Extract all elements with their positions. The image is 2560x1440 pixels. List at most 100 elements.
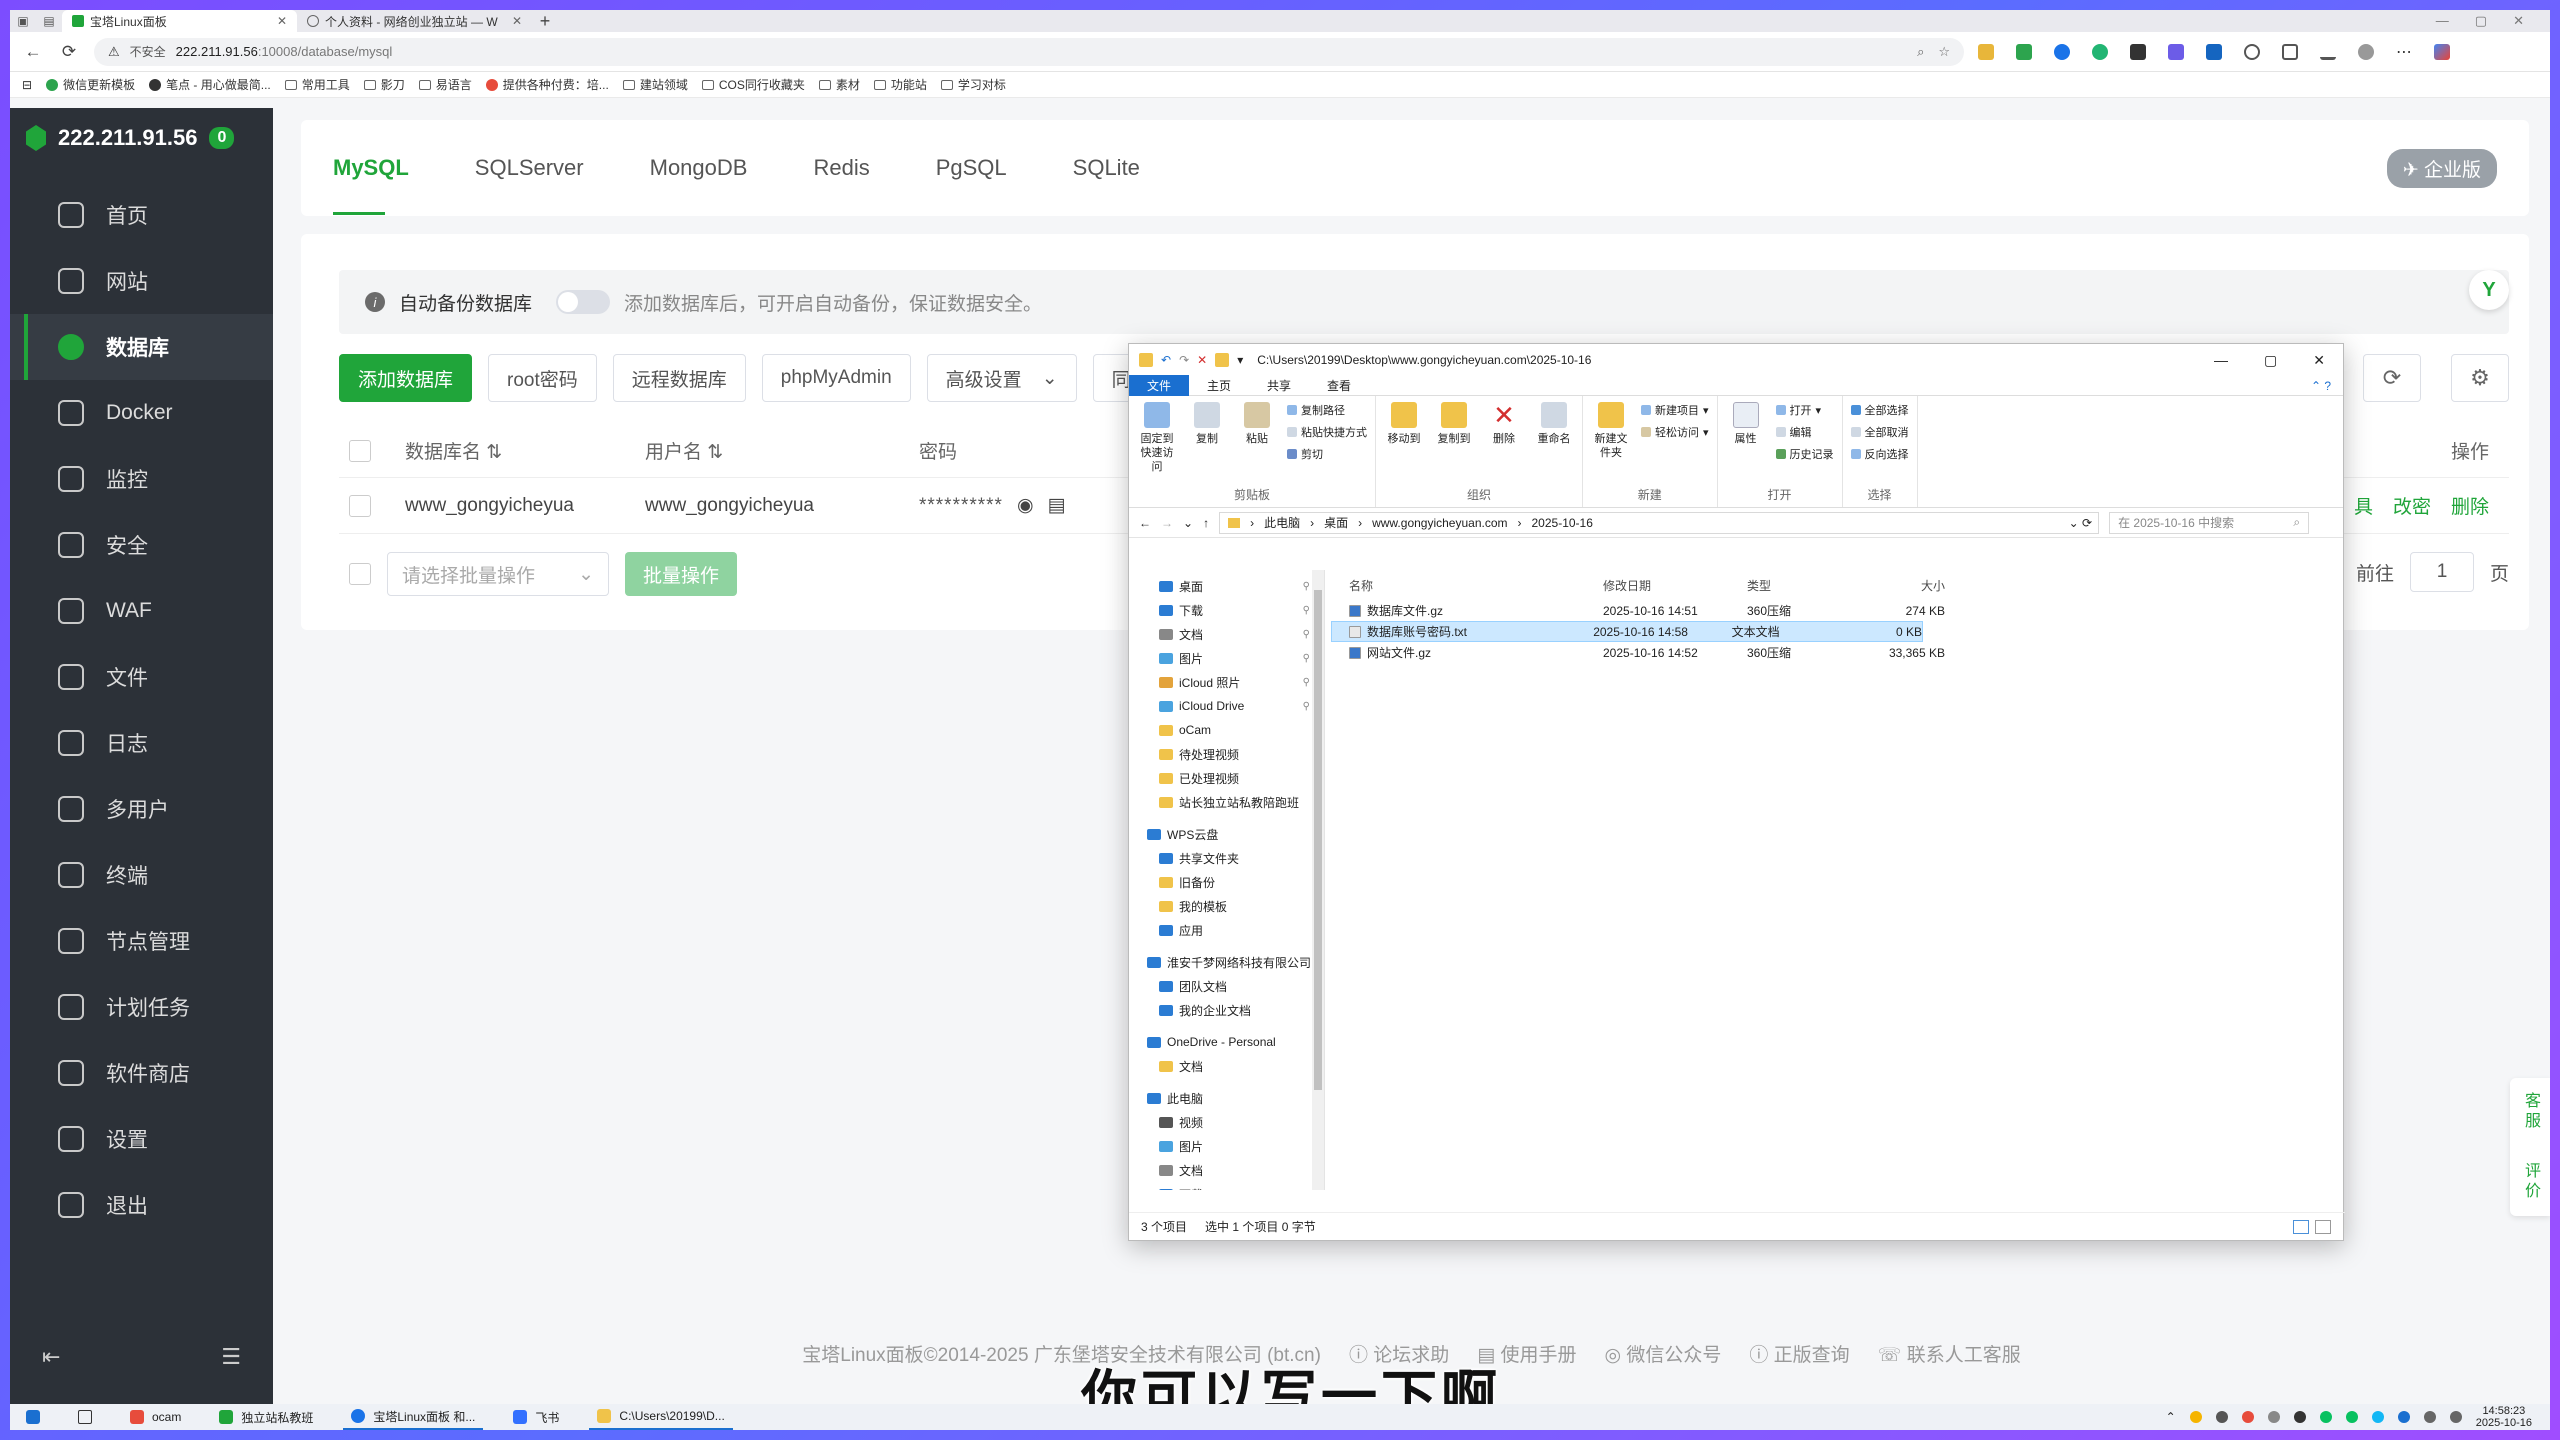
nav-scrollbar[interactable] — [1312, 570, 1324, 1190]
reload-icon[interactable]: ⟳ — [58, 41, 80, 63]
browser-tab-active[interactable]: 宝塔Linux面板 ✕ — [62, 10, 297, 32]
delete-link[interactable]: 删除 — [2451, 492, 2489, 519]
clock[interactable]: 14:58:23 2025-10-16 — [2476, 1405, 2532, 1429]
breadcrumb-item[interactable]: 此电脑 — [1264, 514, 1300, 531]
bookmark-folder[interactable]: 建站领域 — [622, 76, 688, 93]
bookmark[interactable]: 提供各种付费：培... — [485, 76, 609, 93]
close-tab-icon[interactable]: ✕ — [512, 14, 522, 28]
forward-icon[interactable]: → — [1161, 516, 1173, 530]
taskbar-app[interactable]: C:\Users\20199\D... — [589, 1404, 733, 1430]
file-row[interactable]: 数据库文件.gz 2025-10-16 14:51 360压缩 274 KB — [1325, 600, 2345, 621]
delete-button[interactable]: ✕ 删除 — [1484, 402, 1524, 446]
sidebar-item[interactable]: 终端 — [10, 842, 273, 908]
advanced-settings-dropdown[interactable]: 高级设置 ⌄ — [926, 354, 1077, 402]
sidebar-item[interactable]: 设置 — [10, 1106, 273, 1172]
message-badge[interactable]: 0 — [209, 127, 235, 149]
menu-list-icon[interactable]: ☰ — [221, 1344, 241, 1370]
tiles-view-icon[interactable] — [2315, 1219, 2331, 1234]
nav-item[interactable]: 桌面 ⚲ — [1129, 574, 1324, 598]
nav-item[interactable]: 视频 — [1129, 1110, 1324, 1134]
sidebar-item[interactable]: 监控 — [10, 446, 273, 512]
auto-backup-toggle[interactable] — [556, 290, 611, 314]
batch-button[interactable]: 批量操作 — [625, 552, 738, 596]
workspace-icon[interactable]: ▣ — [10, 10, 36, 32]
sidebar-item[interactable]: WAF — [10, 578, 273, 644]
add-database-button[interactable]: 添加数据库 — [339, 354, 473, 402]
folder-ext-icon[interactable] — [1978, 43, 1994, 60]
nav-item[interactable]: 图片 ⚲ — [1129, 646, 1324, 670]
edit-button[interactable]: 编辑 — [1775, 424, 1834, 440]
history-button[interactable]: 历史记录 — [1775, 446, 1834, 462]
bookmark-folder[interactable]: 学习对标 — [940, 76, 1006, 93]
profile-avatar-icon[interactable] — [2358, 43, 2374, 60]
sidebar-item[interactable]: 软件商店 — [10, 1040, 273, 1106]
nav-item[interactable]: 文档 ⚲ — [1129, 622, 1324, 646]
breadcrumb[interactable]: › 此电脑 › 桌面 › www.gongyicheyuan.com › 2025-1… — [1219, 511, 2100, 534]
minimize-icon[interactable]: — — [2214, 352, 2228, 369]
tray-icon[interactable] — [2189, 1411, 2202, 1423]
taskbar-app[interactable]: 独立站私教班 — [211, 1404, 321, 1430]
sidebar-item[interactable]: 退出 — [10, 1172, 273, 1238]
tray-icon[interactable] — [2345, 1411, 2358, 1423]
bookmark-folder[interactable]: 易语言 — [418, 76, 472, 93]
paste-shortcut-button[interactable]: 粘贴快捷方式 — [1287, 424, 1367, 440]
sidebar-item[interactable]: 网站 — [10, 248, 273, 314]
breadcrumb-item[interactable]: www.gongyicheyuan.com — [1372, 516, 1507, 530]
nav-item[interactable]: oCam — [1129, 718, 1324, 742]
favorites-icon[interactable] — [2282, 43, 2298, 60]
customer-service-button[interactable]: 客服 — [2518, 1092, 2542, 1132]
batch-select[interactable]: 请选择批量操作 ⌄ — [387, 552, 609, 596]
file-row[interactable]: 网站文件.gz 2025-10-16 14:52 360压缩 33,365 KB — [1325, 642, 2345, 663]
refresh-icon[interactable]: ⟳ — [2363, 354, 2421, 402]
phpmyadmin-button[interactable]: phpMyAdmin — [761, 354, 911, 402]
wechat-icon[interactable] — [2319, 1411, 2332, 1423]
bookmark[interactable]: 微信更新模板 — [46, 76, 135, 93]
copy-icon[interactable]: ▤ — [1048, 494, 1066, 517]
open-button[interactable]: 打开 ▾ — [1775, 402, 1834, 418]
nav-item[interactable]: iCloud 照片 ⚲ — [1129, 670, 1324, 694]
more-menu-icon[interactable]: ⋯ — [2396, 42, 2412, 62]
sidebar-item[interactable]: 日志 — [10, 710, 273, 776]
copy-button[interactable]: 复制 — [1187, 402, 1227, 474]
row-checkbox[interactable] — [349, 494, 371, 517]
tab-mongodb[interactable]: MongoDB — [650, 147, 748, 189]
select-none-button[interactable]: 全部取消 — [1850, 424, 1909, 440]
zoom-icon[interactable]: ⌕ — [1917, 44, 1924, 60]
browser-tab[interactable]: 个人资料 - 网络创业独立站 — W ✕ — [297, 10, 532, 32]
settings-gear-icon[interactable]: ⚙ — [2451, 354, 2509, 402]
move-to-button[interactable]: 移动到 — [1384, 402, 1424, 446]
new-item-button[interactable]: 新建项目 ▾ — [1641, 402, 1709, 418]
invert-selection-button[interactable]: 反向选择 — [1850, 446, 1909, 462]
nav-group[interactable]: OneDrive - Personal — [1129, 1030, 1324, 1054]
new-folder-icon[interactable] — [1215, 353, 1230, 367]
nav-item[interactable]: 我的企业文档 — [1129, 998, 1324, 1022]
copilot-icon[interactable] — [2434, 43, 2450, 60]
close-tab-icon[interactable]: ✕ — [277, 14, 287, 28]
bookmark-ext-icon[interactable] — [2206, 43, 2222, 60]
taskbar-app[interactable]: ocam — [122, 1404, 189, 1430]
review-button[interactable]: 评价 — [2518, 1162, 2542, 1202]
sidebar-item[interactable]: 首页 — [10, 182, 273, 248]
select-all-checkbox[interactable] — [349, 439, 371, 462]
game-ext-icon[interactable] — [2130, 43, 2146, 60]
nav-item[interactable]: 我的模板 — [1129, 894, 1324, 918]
address-dropdown-icon[interactable]: ⌄ ⟳ — [2069, 516, 2098, 530]
ribbon-tab-share[interactable]: 共享 — [1249, 375, 1309, 396]
support-link[interactable]: ☏ 联系人工客服 — [1878, 1340, 2021, 1367]
minimize-icon[interactable]: — — [2436, 13, 2449, 29]
nav-item[interactable]: 下载 ⚲ — [1129, 598, 1324, 622]
ribbon-tab-home[interactable]: 主页 — [1189, 375, 1249, 396]
sidebar-item[interactable]: 节点管理 — [10, 908, 273, 974]
star-icon[interactable]: ☆ — [1938, 44, 1950, 60]
undo-icon[interactable]: ↶ — [1161, 353, 1171, 367]
recent-dropdown-icon[interactable]: ⌄ — [1183, 516, 1193, 530]
file-row[interactable]: 数据库账号密码.txt 2025-10-16 14:58 文本文档 0 KB — [1331, 621, 1923, 642]
col-username[interactable]: 用户名 ⇅ — [645, 437, 919, 464]
delete-x-icon[interactable]: ✕ — [1197, 353, 1207, 367]
browser-ext-icon[interactable] — [2054, 43, 2070, 60]
col-date[interactable]: 修改日期 — [1603, 577, 1747, 594]
cut-button[interactable]: 剪切 — [1287, 446, 1367, 462]
close-window-icon[interactable]: ✕ — [2313, 352, 2325, 369]
sidebar-item[interactable]: Docker — [10, 380, 273, 446]
nav-item[interactable]: 应用 — [1129, 918, 1324, 942]
